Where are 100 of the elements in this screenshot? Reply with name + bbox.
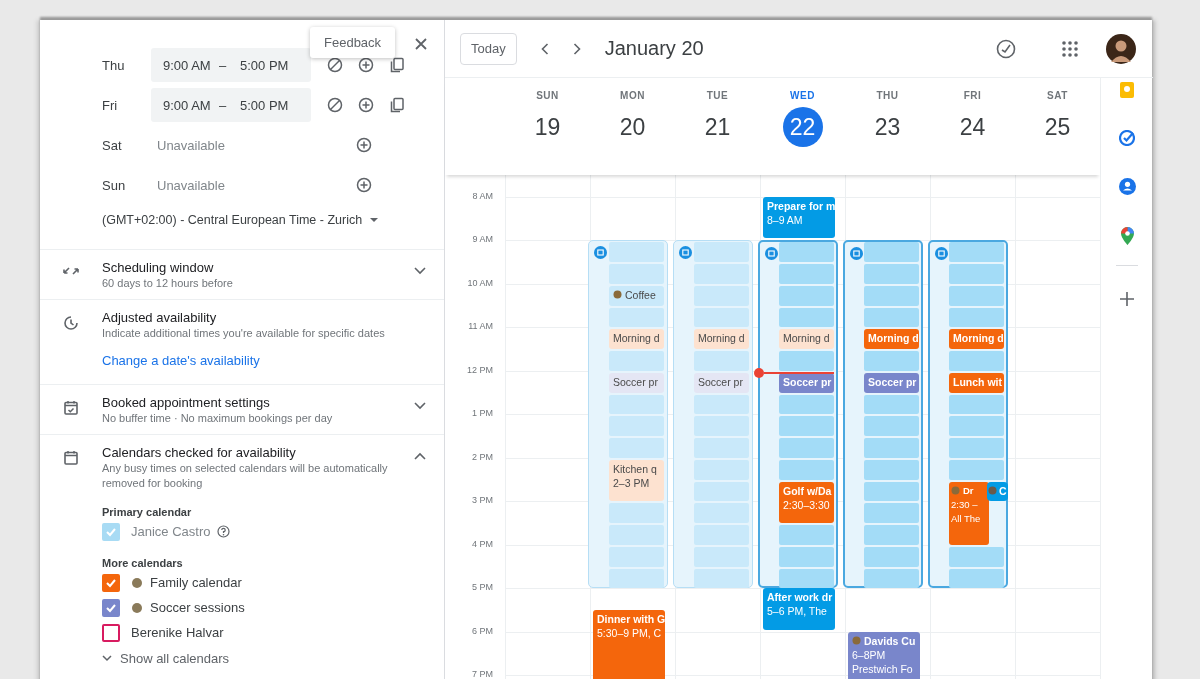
- add-icon[interactable]: [1120, 292, 1134, 306]
- time-slot[interactable]: [694, 285, 749, 306]
- time-slot[interactable]: [864, 285, 919, 306]
- previous-icon[interactable]: [540, 42, 549, 55]
- calendar-name: Family calendar: [150, 575, 242, 590]
- time-slot[interactable]: [864, 481, 919, 502]
- apps-icon[interactable]: [1062, 40, 1078, 57]
- time-label: 11 AM: [468, 321, 493, 332]
- time-label: 1 PM: [472, 408, 493, 419]
- weekday-label: TUE: [706, 90, 729, 101]
- time-slot[interactable]: [779, 546, 834, 567]
- date-number[interactable]: 24: [952, 107, 993, 147]
- weekday-label: Sat: [102, 137, 123, 153]
- note-icon[interactable]: [1120, 82, 1134, 98]
- time-slot[interactable]: [694, 546, 749, 567]
- time-label: 10 AM: [467, 277, 493, 288]
- timezone-dropdown[interactable]: (GMT+02:00) - Central European Time - Zurich: [102, 205, 379, 235]
- time-slot[interactable]: [694, 568, 749, 589]
- section-subtitle: No buffer time · No maximum bookings per day: [102, 411, 334, 426]
- time-slot[interactable]: [694, 459, 749, 480]
- feedback-button[interactable]: Feedback: [310, 27, 396, 58]
- block-icon[interactable]: [327, 57, 343, 73]
- calendar-badge-icon: [765, 247, 778, 261]
- checkbox[interactable]: [102, 573, 120, 592]
- map-pin-icon[interactable]: [1120, 227, 1134, 245]
- time-slot[interactable]: [864, 568, 919, 589]
- event-text: 2–3 PM: [613, 475, 651, 490]
- section-subtitle: Any busy times on selected calendars will be automatically removed for booking: [102, 461, 389, 491]
- time-slot[interactable]: [694, 481, 749, 502]
- time-slot[interactable]: [864, 394, 919, 415]
- add-icon[interactable]: [356, 177, 372, 193]
- time-slot[interactable]: [694, 394, 749, 415]
- copy-icon[interactable]: [389, 57, 405, 73]
- time-slot[interactable]: [949, 285, 1004, 306]
- add-icon[interactable]: [358, 97, 374, 113]
- time-slot[interactable]: [949, 568, 1004, 589]
- close-icon[interactable]: [414, 37, 428, 51]
- checkbox[interactable]: [102, 623, 120, 642]
- change-availability-link[interactable]: Change a date's availability: [102, 353, 426, 368]
- calendar-badge-icon: [850, 247, 863, 261]
- chevron-down-icon[interactable]: [414, 267, 426, 275]
- date-number[interactable]: 20: [612, 107, 653, 147]
- event-text: Davids Cu: [852, 633, 916, 648]
- time-slot[interactable]: [949, 459, 1004, 480]
- time-slot[interactable]: [779, 307, 834, 328]
- time-slot[interactable]: [949, 394, 1004, 415]
- checkbox[interactable]: [102, 598, 120, 617]
- calendar-badge-icon: [679, 246, 692, 260]
- hours-field[interactable]: 9:00 AM – 5:00 PM: [151, 48, 311, 82]
- time-slot[interactable]: [609, 568, 664, 589]
- availability-block[interactable]: Morning d Soccer pr: [673, 240, 753, 589]
- calendar-name: Janice Castro: [131, 524, 211, 539]
- caret-icon: [370, 217, 379, 223]
- time-slot[interactable]: [779, 568, 834, 589]
- time-slot[interactable]: [864, 459, 919, 480]
- section-title: Scheduling window: [102, 259, 215, 276]
- today-button[interactable]: Today: [460, 32, 517, 65]
- weekday-label: Thu: [102, 57, 126, 73]
- date-number[interactable]: 22: [782, 107, 823, 147]
- avatar[interactable]: [1106, 33, 1136, 64]
- show-all-button[interactable]: Show all calendars: [102, 651, 230, 666]
- next-icon[interactable]: [572, 42, 581, 55]
- event-text: Golf w/Da: [783, 483, 830, 498]
- time-slot[interactable]: [779, 285, 834, 306]
- time-slot[interactable]: [609, 546, 664, 567]
- time-slot[interactable]: [949, 546, 1004, 567]
- time-label: 9 AM: [472, 234, 493, 245]
- unavailable-text: Unavailable: [156, 137, 226, 153]
- time-label: 3 PM: [472, 495, 493, 506]
- event-text: All The: [951, 511, 982, 526]
- time-label: 7 PM: [472, 669, 493, 679]
- time-slot[interactable]: [864, 546, 919, 567]
- chevron-down-icon: [102, 655, 112, 662]
- availability-block[interactable]: Coffee Morning d Soccer pr Kitchen q 2–3 PM: [588, 240, 668, 589]
- time-slot[interactable]: [609, 307, 664, 328]
- date-number[interactable]: 23: [867, 107, 908, 147]
- block-icon[interactable]: [327, 97, 343, 113]
- task-icon[interactable]: [1119, 130, 1135, 146]
- time-slot[interactable]: [949, 307, 1004, 328]
- time-slot[interactable]: [779, 459, 834, 480]
- event[interactable]: Soccer pr: [609, 372, 664, 393]
- event[interactable]: Soccer pr: [694, 372, 749, 393]
- add-icon[interactable]: [358, 57, 374, 73]
- time-slot[interactable]: [779, 394, 834, 415]
- copy-icon[interactable]: [389, 97, 405, 113]
- chevron-up-icon[interactable]: [414, 452, 426, 460]
- date-number[interactable]: 19: [527, 107, 568, 147]
- time-slot[interactable]: [694, 307, 749, 328]
- contacts-icon[interactable]: [1118, 178, 1136, 195]
- chevron-down-icon[interactable]: [414, 402, 426, 410]
- hours-field[interactable]: 9:00 AM – 5:00 PM: [151, 88, 311, 122]
- time-slot[interactable]: [609, 394, 664, 415]
- calendar-check-icon: [64, 400, 78, 415]
- add-icon[interactable]: [356, 137, 372, 153]
- check-circle-icon[interactable]: [996, 38, 1016, 59]
- event[interactable]: Kitchen q 2–3 PM: [609, 459, 664, 502]
- date-number[interactable]: 21: [697, 107, 738, 147]
- date-number[interactable]: 25: [1037, 107, 1078, 147]
- time-label: 4 PM: [472, 538, 493, 549]
- time-slot[interactable]: [864, 307, 919, 328]
